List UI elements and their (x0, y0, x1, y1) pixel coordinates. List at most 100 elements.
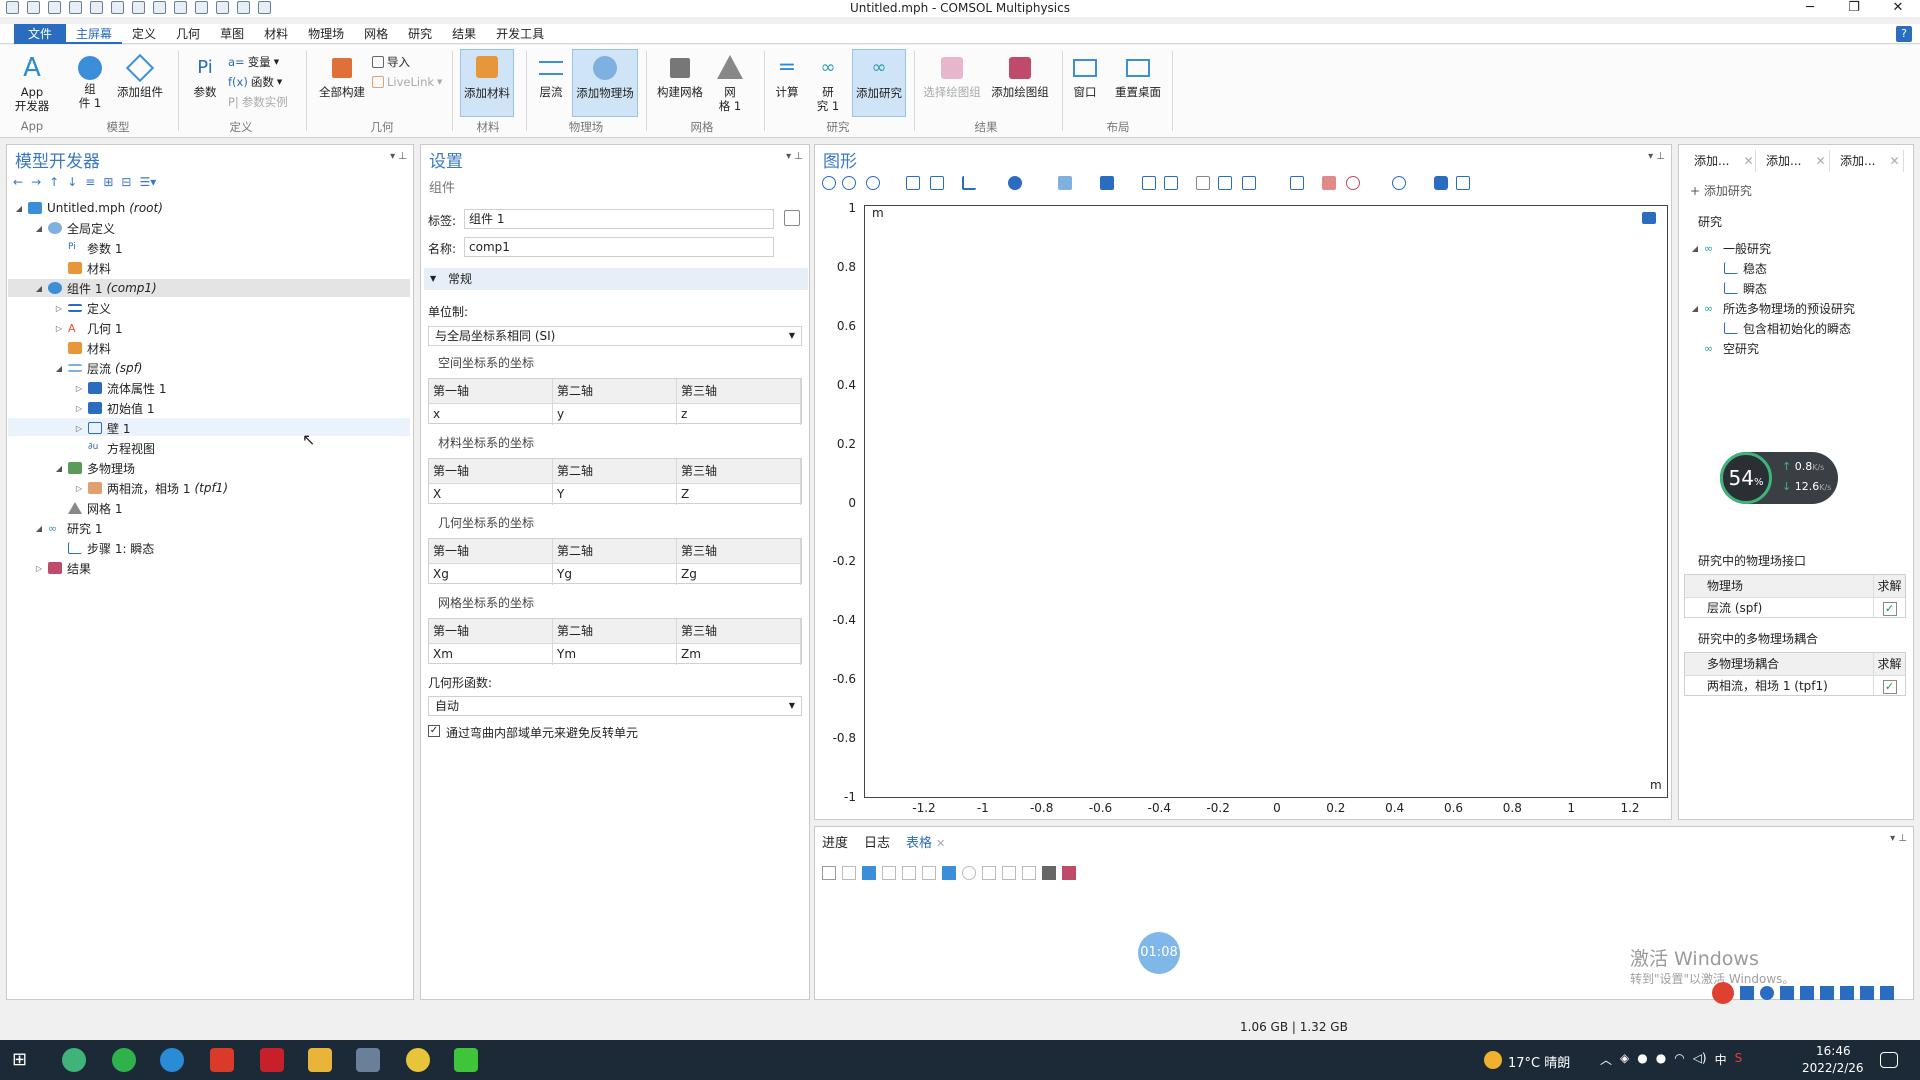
minimize-button[interactable]: ─ (1788, 0, 1832, 16)
boundary-select-icon[interactable] (1100, 176, 1114, 190)
sogou-tray-icon[interactable]: S (1735, 1051, 1743, 1068)
grid-icon[interactable] (1290, 176, 1304, 190)
wifi-icon[interactable]: ◠ (1674, 1051, 1684, 1068)
comsol-taskbar-icon[interactable] (356, 1048, 380, 1072)
variables-button[interactable]: a= 变量 ▼ (228, 53, 279, 70)
tab-progress[interactable]: 进度 (822, 834, 848, 854)
build-mesh-button[interactable]: 构建网格 (652, 53, 708, 99)
pin-icon[interactable]: ▾ ⊥ (1648, 151, 1665, 162)
select-icon[interactable] (1008, 176, 1022, 190)
arrow-left-icon[interactable]: ← (13, 175, 23, 189)
axes-icon[interactable] (962, 176, 976, 190)
mesh1-button[interactable]: 网 格 1 (712, 53, 748, 113)
laminar-flow-button[interactable]: 层流 (534, 53, 568, 99)
filter-icon[interactable]: ≡ (85, 175, 95, 189)
study-node-preset-multiphysics[interactable]: ◢ ∞ 所选多物理场的预设研究 (1690, 299, 1855, 317)
mesh-coord-2[interactable]: Ym (553, 643, 677, 665)
tree-node-laminar-flow[interactable]: ◢ 层流 (spf) (54, 359, 143, 377)
table-plot-icon[interactable] (942, 866, 956, 880)
table-icon[interactable] (862, 866, 876, 880)
table-print-icon[interactable] (1042, 866, 1056, 880)
shield-icon[interactable]: ◈ (1620, 1051, 1629, 1068)
tree-node-multiphysics[interactable]: ◢ 多物理场 (54, 459, 135, 477)
tree-node-fluid-properties-1[interactable]: ▷ 流体属性 1 (74, 379, 167, 397)
tray-app-icon[interactable]: ● (1637, 1051, 1647, 1068)
arrow-right-icon[interactable]: → (31, 175, 41, 189)
ime-tools-icon[interactable] (1880, 986, 1894, 1000)
tab-results[interactable]: 结果 (442, 24, 486, 44)
name-input[interactable]: comp1 (464, 237, 774, 257)
weather-icon[interactable] (1484, 1051, 1502, 1069)
transparency-icon[interactable] (1346, 176, 1360, 190)
weather-text[interactable]: 17°C 晴朗 (1508, 1052, 1570, 1071)
tree-node-materials[interactable]: 材料 (54, 339, 111, 357)
views-icon[interactable] (1242, 176, 1256, 190)
tab-study[interactable]: 研究 (398, 24, 442, 44)
tab-sketch[interactable]: 草图 (210, 24, 254, 44)
unit-system-select[interactable]: 与全局坐标系相同 (SI) (428, 326, 802, 346)
arrow-up-icon[interactable]: ↑ (49, 175, 59, 189)
tree-node-definitions[interactable]: ▷ 定义 (54, 299, 111, 317)
render-icon[interactable] (1322, 176, 1336, 190)
close-tab-icon[interactable]: ✕ (936, 837, 945, 850)
pin-icon[interactable]: ▾ ⊥ (786, 151, 803, 162)
volume-icon[interactable]: ◁) (1693, 1051, 1707, 1068)
clear-selection-icon[interactable] (1142, 176, 1156, 190)
tab-mesh[interactable]: 网格 (354, 24, 398, 44)
ime-skin-icon[interactable] (1860, 986, 1874, 1000)
domain-select-icon[interactable] (1058, 176, 1072, 190)
tree-node-component-1[interactable]: ◢ 组件 1 (comp1) (34, 279, 157, 297)
tree-node-two-phase-flow[interactable]: ▷ 两相流，相场 1 (tpf1) (74, 479, 228, 497)
tab-file[interactable]: 文件 (14, 23, 67, 44)
tree-node-global-definitions[interactable]: ◢ 全局定义 (34, 219, 115, 237)
ime-emoji-icon[interactable] (1780, 986, 1794, 1000)
geometry-coord-3[interactable]: Zg (677, 563, 801, 585)
add-study-button[interactable]: ∞ 添加研究 (852, 49, 906, 117)
geom-shape-select[interactable]: 自动 (428, 696, 802, 716)
chrome-icon[interactable] (406, 1048, 430, 1072)
tree-node-equation-view[interactable]: ∂u 方程视图 (74, 439, 155, 457)
ime-indicator[interactable]: 中 (1715, 1051, 1727, 1068)
table-format-icon[interactable] (922, 866, 936, 880)
youdao-icon[interactable] (260, 1048, 284, 1072)
livelink-button[interactable]: LiveLink ▼ (372, 73, 442, 90)
tree-node-study-1[interactable]: ◢ ∞ 研究 1 (34, 519, 103, 537)
tree-node-initial-values-1[interactable]: ▷ 初始值 1 (74, 399, 155, 417)
ime-user-icon[interactable] (1840, 986, 1854, 1000)
tab-geometry[interactable]: 几何 (166, 24, 210, 44)
tree-node-mesh-1[interactable]: 网格 1 (54, 499, 122, 517)
expand-all-icon[interactable]: ⊞ (103, 175, 113, 189)
import-button[interactable]: 导入 (372, 53, 410, 70)
table-grid-icon[interactable] (1062, 866, 1076, 880)
file-explorer-icon[interactable] (308, 1048, 332, 1072)
show-icon[interactable] (1218, 176, 1232, 190)
tab-definitions[interactable]: 定义 (122, 24, 166, 44)
table-full-precision-icon[interactable] (822, 866, 836, 880)
view-cube-icon[interactable] (1642, 212, 1656, 224)
mesh-coord-1[interactable]: Xm (429, 643, 553, 665)
tab-add-1[interactable]: 添加... ✕ (1686, 150, 1756, 172)
tab-materials[interactable]: 材料 (254, 24, 298, 44)
zoom-out-icon[interactable] (842, 176, 856, 190)
table-copy-icon[interactable] (982, 866, 996, 880)
table-engineering-icon[interactable] (902, 866, 916, 880)
chevron-up-icon[interactable]: ︿ (1600, 1051, 1612, 1068)
spatial-coord-2[interactable]: y (553, 403, 677, 425)
table-row[interactable]: 层流 (spf) ✓ (1685, 597, 1905, 617)
tree-node-step-1-transient[interactable]: 步骤 1: 瞬态 (54, 539, 154, 557)
zoom-selected-icon[interactable] (906, 176, 920, 190)
tree-node-global-materials[interactable]: 材料 (54, 259, 111, 277)
curved-interior-checkbox[interactable]: ✓ (428, 725, 440, 737)
tree-node-wall-1[interactable]: ▷ 壁 1 (74, 419, 131, 437)
collapse-all-icon[interactable]: ⊟ (121, 175, 131, 189)
add-material-button[interactable]: 添加材料 (460, 49, 514, 117)
solve-checkbox[interactable]: ✓ (1882, 680, 1897, 694)
zoom-extents-icon[interactable] (930, 176, 944, 190)
refresh-icon[interactable] (1392, 176, 1406, 190)
material-coord-3[interactable]: Z (677, 483, 801, 505)
close-button[interactable]: ✕ (1876, 0, 1920, 16)
tree-node-root[interactable]: ◢ Untitled.mph (root) (14, 199, 163, 217)
sogou-browser-icon[interactable] (160, 1048, 184, 1072)
tree-node-geometry-1[interactable]: ▷ A 几何 1 (54, 319, 123, 337)
browser-360-icon[interactable] (62, 1048, 86, 1072)
